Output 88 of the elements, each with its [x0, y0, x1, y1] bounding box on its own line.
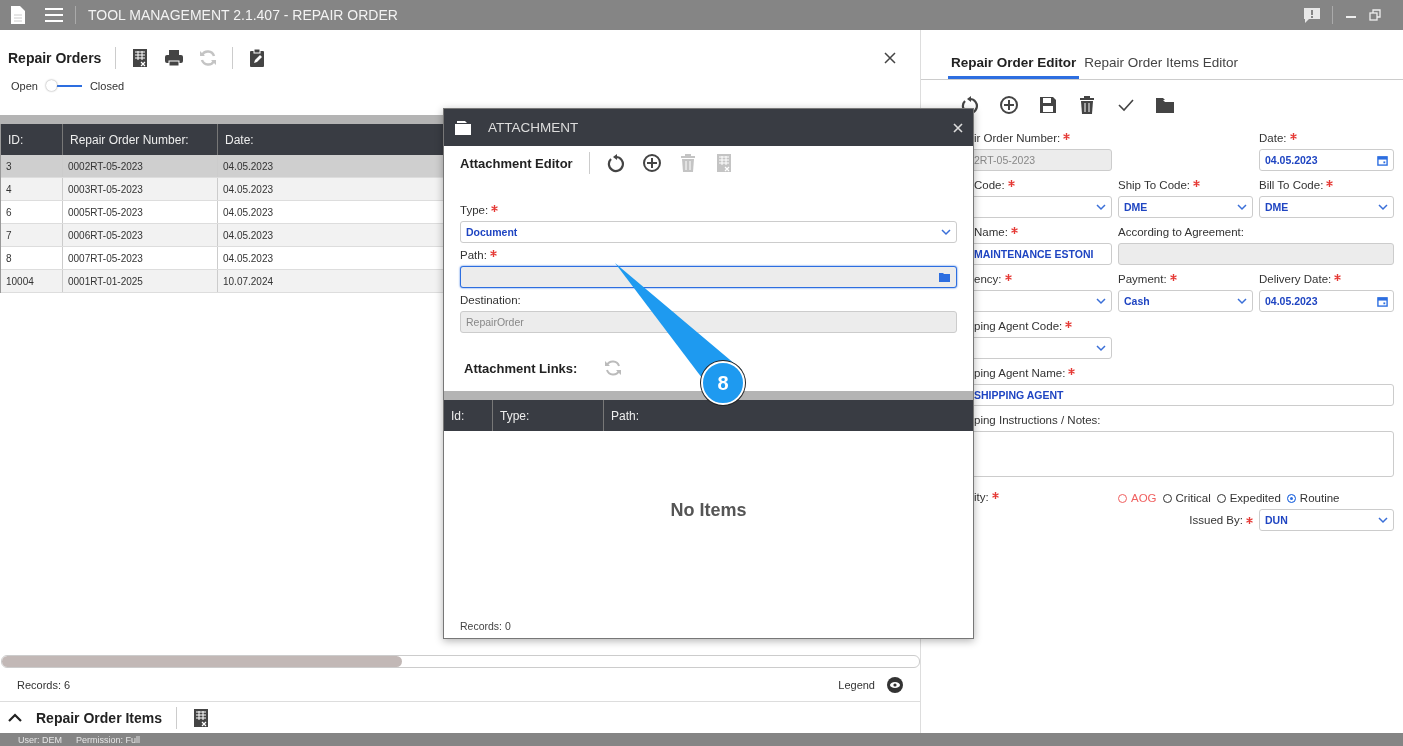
toggle-switch[interactable]: [45, 79, 82, 93]
field-label: Destination:: [460, 294, 521, 306]
calendar-icon: [1377, 295, 1388, 307]
close-icon[interactable]: [884, 52, 896, 64]
field-label: Path:: [460, 249, 487, 261]
section-title: Attachment Links:: [464, 360, 578, 376]
empty-message: No Items: [670, 500, 747, 521]
field-label: ping Agent Code:: [974, 320, 1063, 332]
dialog-title: ATTACHMENT: [488, 120, 579, 135]
field-label: Type:: [460, 204, 489, 216]
field-label: According to Agreement:: [1118, 226, 1244, 238]
chevron-down-icon: [1378, 516, 1388, 524]
table-cell: 6: [1, 201, 63, 223]
undo-icon[interactable]: [605, 153, 626, 173]
user-label: User: DEM: [18, 734, 62, 745]
table-cell: 0006RT-05-2023: [63, 224, 218, 246]
eye-icon[interactable]: [887, 676, 903, 693]
radio-button[interactable]: Routine: [1286, 492, 1340, 504]
section-title: Repair Order Items: [36, 709, 163, 726]
chevron-down-icon: [1378, 203, 1388, 211]
permission-label: Permission: Full: [76, 734, 141, 745]
path-field[interactable]: [460, 266, 957, 288]
restore-icon[interactable]: [1369, 9, 1381, 21]
records-count: Records: 0: [459, 620, 512, 634]
editor-title: Attachment Editor: [460, 155, 573, 171]
printer-icon[interactable]: [164, 48, 185, 68]
date-field[interactable]: 04.05.2023: [1259, 290, 1394, 312]
date-field[interactable]: 04.05.2023: [1259, 149, 1394, 171]
field-label: ping Agent Name:: [974, 367, 1066, 379]
table-cell: 7: [1, 224, 63, 246]
table-cell: 0001RT-01-2025: [63, 270, 218, 292]
trash-icon[interactable]: [1077, 95, 1097, 115]
column-header[interactable]: Id:: [444, 400, 493, 431]
window-title: TOOL MANAGEMENT 2.1.407 - REPAIR ORDER: [88, 7, 398, 23]
calendar-icon: [1377, 154, 1388, 166]
field-label: Code:: [974, 179, 1005, 191]
menu-icon[interactable]: [45, 8, 63, 22]
chevron-down-icon: [1096, 297, 1106, 305]
field-label: Issued By:: [1189, 514, 1243, 526]
legend-label: Legend: [838, 678, 875, 691]
field-label: Bill To Code:: [1259, 179, 1324, 191]
field-label: ir Order Number:: [974, 132, 1061, 144]
table-cell: 4: [1, 178, 63, 200]
table-cell: 3: [1, 155, 63, 177]
column-header[interactable]: Type:: [493, 400, 604, 431]
field-label: ency:: [974, 273, 1002, 285]
table-cell: 0007RT-05-2023: [63, 247, 218, 269]
radio-button[interactable]: Expedited: [1216, 492, 1281, 504]
dropdown-field[interactable]: DME: [1118, 196, 1253, 218]
chevron-up-icon[interactable]: [8, 712, 22, 723]
field-label: Ship To Code:: [1118, 179, 1191, 191]
field-label: ity:: [974, 491, 989, 503]
folder-icon: [454, 119, 472, 136]
table-cell: 0005RT-05-2023: [63, 201, 218, 223]
add-icon[interactable]: [641, 153, 662, 173]
save-icon[interactable]: [1038, 95, 1058, 115]
chevron-down-icon: [1237, 203, 1247, 211]
toggle-label: Closed: [89, 80, 125, 92]
dropdown-field[interactable]: Document: [460, 221, 957, 243]
field-label: Delivery Date:: [1259, 273, 1332, 285]
radio-button[interactable]: Critical: [1162, 492, 1211, 504]
dropdown-field[interactable]: Cash: [1118, 290, 1253, 312]
table-cell: 8: [1, 247, 63, 269]
toggle-label: Open: [11, 80, 38, 92]
table-cell: 0003RT-05-2023: [63, 178, 218, 200]
tab[interactable]: Repair Order Editor: [948, 48, 1080, 79]
document-icon[interactable]: [11, 6, 25, 24]
input-field[interactable]: [1118, 243, 1394, 265]
table-cell: 0002RT-05-2023: [63, 155, 218, 177]
add-icon[interactable]: [999, 95, 1019, 115]
field-label: Payment:: [1118, 273, 1167, 285]
feedback-icon[interactable]: [1304, 7, 1320, 23]
folder-icon[interactable]: [1155, 95, 1175, 115]
records-count: Records: 6: [17, 678, 71, 691]
field-label: Name:: [974, 226, 1008, 238]
chevron-down-icon: [1096, 344, 1106, 352]
field-label: ping Instructions / Notes:: [974, 414, 1101, 426]
table-cell: 10004: [1, 270, 63, 292]
field-label: Date:: [1259, 132, 1287, 144]
chevron-down-icon: [1096, 203, 1106, 211]
chevron-down-icon: [941, 228, 951, 236]
folder-icon[interactable]: [939, 272, 951, 282]
panel-title: Repair Orders: [8, 50, 102, 66]
tab[interactable]: Repair Order Items Editor: [1081, 48, 1242, 79]
dropdown-field[interactable]: DUN: [1259, 509, 1394, 531]
chevron-down-icon: [1237, 297, 1247, 305]
dropdown-field[interactable]: DME: [1259, 196, 1394, 218]
horizontal-scrollbar[interactable]: [1, 655, 920, 668]
